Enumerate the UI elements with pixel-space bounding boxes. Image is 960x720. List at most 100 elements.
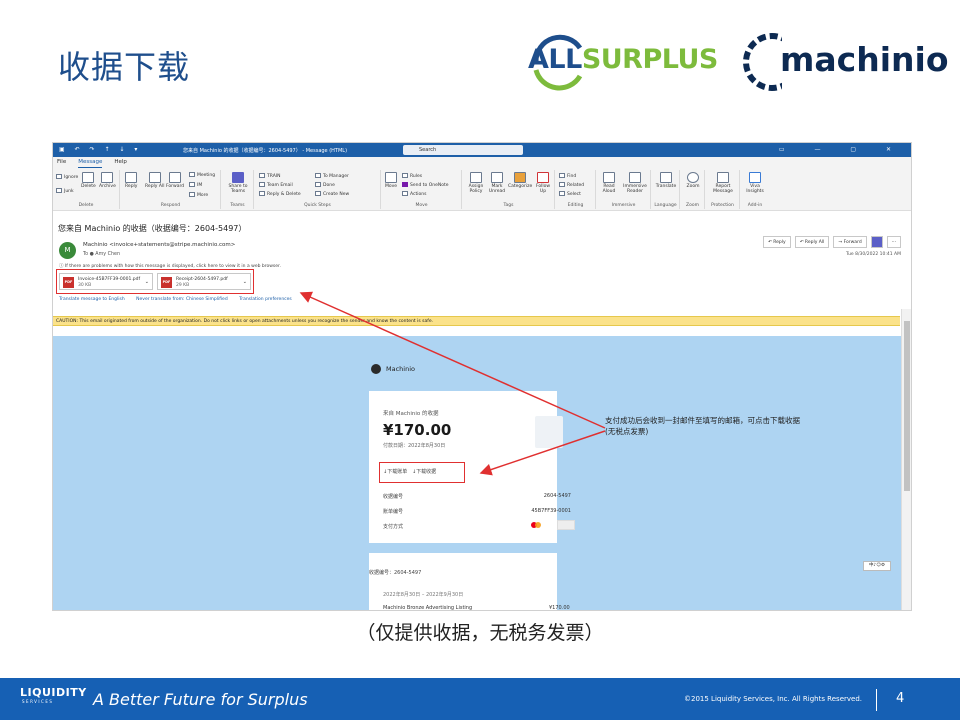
row-value: 45B7FF39-0001 (531, 508, 571, 514)
receipt-from: 来自 Machinio 的收据 (383, 411, 439, 417)
reply-all-button[interactable]: Reply All (145, 172, 164, 189)
assign-policy-button[interactable]: Assign Policy (465, 172, 487, 195)
window-controls[interactable]: ▭ — ▢ ✕ (779, 146, 905, 153)
ime-widget[interactable]: 中♪☺⚙ (863, 561, 891, 571)
page-number: 4 (896, 691, 905, 706)
immersive-reader-button[interactable]: Immersive Reader (621, 172, 649, 195)
find-button[interactable]: Find (559, 173, 576, 179)
im-button[interactable]: IM (189, 182, 202, 188)
share-to-teams-button[interactable]: Share to Teams (225, 172, 251, 195)
group-label: Delete (78, 203, 94, 208)
viva-insights-button[interactable]: Viva Insights (743, 172, 767, 195)
quickstep-done[interactable]: Done (315, 182, 335, 188)
quickstep-train[interactable]: TRAIN (259, 173, 280, 179)
rules-button[interactable]: Rules (402, 173, 422, 179)
ribbon: Ignore Junk Delete Archive Delete Reply … (53, 168, 911, 211)
annotation-text: 支付成功后会收到一封邮件至填写的邮箱，可点击下载收据 (无税点发票) (605, 415, 800, 437)
group-label: Add-in (747, 203, 763, 208)
teams-icon[interactable] (870, 236, 883, 248)
machinio-gear-icon (371, 364, 381, 374)
more-button[interactable]: More (189, 192, 208, 198)
ribbon-group-language: Translate Language (652, 170, 680, 209)
message-date: Tue 8/30/2022 10:41 AM (846, 252, 901, 257)
read-aloud-button[interactable]: Read Aloud (599, 172, 619, 195)
search-input[interactable]: Search (403, 145, 523, 155)
receipt-number: 收据编号：2604-5497 (369, 570, 422, 576)
follow-up-button[interactable]: Follow Up (533, 172, 553, 195)
ribbon-group-tags: Assign Policy Mark Unread Categorize Fol… (463, 170, 555, 209)
annotation-line-1: 支付成功后会收到一封邮件至填写的邮箱，可点击下载收据 (605, 416, 800, 425)
menu-message[interactable]: Message (78, 159, 103, 168)
ribbon-group-move: Move Rules Send to OneNote Actions Move (382, 170, 462, 209)
group-label: Language (654, 203, 677, 208)
footer-copyright: ©2015 Liquidity Services, Inc. All Right… (684, 695, 862, 703)
group-label: Editing (567, 203, 584, 208)
quickstep-team-email[interactable]: Team Email (259, 182, 293, 188)
menu-help[interactable]: Help (114, 159, 127, 168)
quickstep-to-manager[interactable]: To Manager (315, 173, 349, 179)
reply-all-action-button[interactable]: ↶ Reply All (794, 236, 830, 248)
delete-button[interactable]: Delete (81, 172, 96, 189)
categorize-button[interactable]: Categorize (508, 172, 532, 189)
group-label: Protection (711, 203, 734, 208)
translation-preferences-link[interactable]: Translation preferences (239, 297, 292, 302)
ribbon-group-teams: Share to Teams Teams (222, 170, 254, 209)
mark-unread-button[interactable]: Mark Unread (487, 172, 507, 195)
allsurplus-logo: ALLSURPLUS (528, 30, 728, 94)
sender[interactable]: Machinio <invoice+statements@stripe.mach… (83, 242, 235, 248)
quickstep-reply-delete[interactable]: Reply & Delete (259, 191, 301, 197)
row-label: 收据编号 (383, 494, 404, 500)
report-message-button[interactable]: Report Message (708, 172, 738, 195)
machinio-logo: machinio (742, 30, 949, 94)
group-label: Teams (230, 203, 245, 208)
archive-button[interactable]: Archive (99, 172, 116, 189)
receipt-amount: ¥170.00 (383, 421, 452, 439)
footer-tagline: A Better Future for Surplus (93, 690, 308, 709)
row-value: 2604-5497 (543, 493, 571, 499)
send-to-onenote-button[interactable]: Send to OneNote (402, 182, 449, 188)
message-actions: ↶ Reply ↶ Reply All → Forward ··· (763, 236, 901, 248)
message-subject: 您来自 Machinio 的收据（收据编号：2604-5497） (58, 224, 247, 233)
more-options-icon[interactable]: ··· (886, 236, 901, 248)
slide-title: 收据下载 (58, 48, 191, 86)
quick-access-toolbar[interactable]: ▣ ↶ ↷ ↑ ↓ ▾ (59, 146, 141, 153)
related-button[interactable]: Related (559, 182, 584, 188)
machinio-wordmark: machinio (780, 40, 949, 79)
scrollbar[interactable] (901, 309, 911, 610)
ribbon-group-immersive: Read Aloud Immersive Reader Immersive (597, 170, 651, 209)
forward-button[interactable]: Forward (166, 172, 184, 189)
actions-button[interactable]: Actions (402, 191, 426, 197)
window-title: 您来自 Machinio 的收据（收据编号：2604-5497） - Messa… (183, 148, 348, 154)
ignore-button[interactable]: Ignore (56, 174, 78, 180)
group-label: Respond (160, 203, 181, 208)
allsurplus-wordmark: ALLSURPLUS (528, 44, 718, 75)
reply-action-button[interactable]: ↶ Reply (763, 236, 791, 248)
group-label: Move (415, 203, 428, 208)
forward-action-button[interactable]: → Forward (833, 236, 867, 248)
never-translate-link[interactable]: Never translate from: Chinese Simplified (136, 297, 228, 302)
meeting-button[interactable]: Meeting (189, 172, 215, 178)
select-button[interactable]: Select (559, 191, 581, 197)
attachments-highlight (56, 269, 254, 294)
mastercard-icon (531, 522, 541, 528)
junk-button[interactable]: Junk (56, 188, 74, 194)
translate-button[interactable]: Translate (654, 172, 678, 189)
avatar: M (59, 242, 76, 259)
line-item: Machinio Bronze Advertising Listing (383, 605, 473, 611)
quickstep-create-new[interactable]: Create New (315, 191, 349, 197)
recipient[interactable]: To ● Amy Chen (83, 252, 120, 257)
reply-button[interactable]: Reply (125, 172, 137, 189)
menu-file[interactable]: File (57, 159, 66, 168)
group-label: Tags (503, 203, 514, 208)
menu-bar: File Message Help (53, 157, 911, 168)
move-button[interactable]: Move (385, 172, 397, 189)
machinio-brand: Machinio (371, 364, 415, 374)
annotation-line-2: (无税点发票) (605, 427, 649, 436)
footer-bar: LIQUIDITY SERVICES A Better Future for Su… (0, 678, 960, 720)
translation-bar: Translate message to English Never trans… (59, 297, 302, 302)
translate-link[interactable]: Translate message to English (59, 297, 125, 302)
document-icon (535, 416, 563, 448)
caution-banner: CAUTION: This email originated from outs… (53, 316, 900, 326)
scrollbar-thumb[interactable] (904, 321, 910, 491)
zoom-button[interactable]: Zoom (683, 172, 703, 189)
